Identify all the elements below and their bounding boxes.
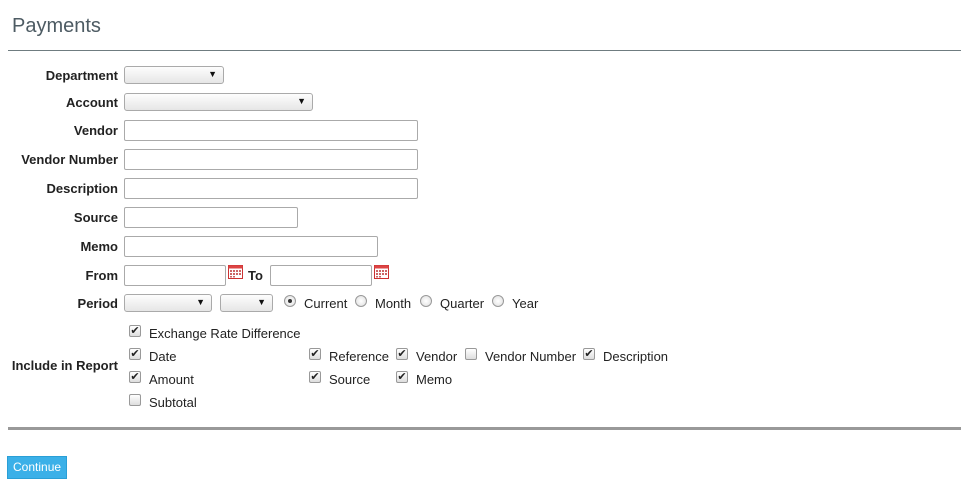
period-option-label: Current (304, 296, 348, 311)
period-month-select[interactable]: ▼ (220, 294, 273, 312)
department-select[interactable]: ▼ (124, 66, 224, 84)
vendor-label: Vendor (73, 123, 118, 138)
checkbox-source[interactable]: ✔ (309, 371, 321, 383)
checkbox-label: Exchange Rate Difference (149, 326, 301, 341)
source-input[interactable] (124, 207, 298, 228)
department-label: Department (45, 68, 118, 83)
checkbox-label: Vendor (416, 349, 458, 364)
period-option-label: Quarter (440, 296, 485, 311)
title-divider (8, 50, 961, 51)
checkbox-date[interactable]: ✔ (129, 348, 141, 360)
period-radio-quarter[interactable] (420, 295, 432, 307)
memo-label: Memo (80, 239, 118, 254)
chevron-down-icon: ▼ (257, 297, 266, 307)
checkbox-memo[interactable]: ✔ (396, 371, 408, 383)
checkbox-description[interactable]: ✔ (583, 348, 595, 360)
memo-input[interactable] (124, 236, 378, 257)
account-select[interactable]: ▼ (124, 93, 313, 111)
period-radio-year[interactable] (492, 295, 504, 307)
source-label: Source (73, 210, 118, 225)
period-year-select[interactable]: ▼ (124, 294, 212, 312)
vendor-number-label: Vendor Number (21, 152, 118, 167)
chevron-down-icon: ▼ (208, 69, 217, 79)
checkbox-label: Date (149, 349, 177, 364)
period-label: Period (77, 296, 118, 311)
continue-button[interactable]: Continue (7, 456, 68, 479)
checkbox-vendor[interactable]: ✔ (396, 348, 408, 360)
period-option-label: Month (375, 296, 412, 311)
period-radio-month[interactable] (355, 295, 367, 307)
checkbox-label: Vendor Number (485, 349, 577, 364)
calendar-icon[interactable] (228, 265, 243, 279)
include-in-report-label: Include in Report (11, 358, 118, 373)
checkbox-reference[interactable]: ✔ (309, 348, 321, 360)
period-radio-current[interactable] (284, 295, 296, 307)
to-label: To (248, 268, 263, 283)
chevron-down-icon: ▼ (297, 96, 306, 106)
checkbox-label: Amount (149, 372, 194, 387)
description-label: Description (46, 181, 118, 196)
to-date-input[interactable] (270, 265, 372, 286)
from-date-input[interactable] (124, 265, 226, 286)
checkbox-label: Subtotal (149, 395, 197, 410)
form-divider (8, 427, 961, 430)
period-option-label: Year (512, 296, 539, 311)
checkbox-label: Description (603, 349, 669, 364)
account-label: Account (66, 95, 118, 110)
from-label: From (85, 268, 119, 283)
checkbox-exchange-rate-difference[interactable]: ✔ (129, 325, 141, 337)
checkbox-label: Reference (329, 349, 389, 364)
checkbox-subtotal[interactable] (129, 394, 141, 406)
checkbox-label: Source (329, 372, 371, 387)
checkbox-amount[interactable]: ✔ (129, 371, 141, 383)
vendor-number-input[interactable] (124, 149, 418, 170)
chevron-down-icon: ▼ (196, 297, 205, 307)
checkbox-vendor-number[interactable] (465, 348, 477, 360)
vendor-input[interactable] (124, 120, 418, 141)
page-title: Payments (12, 15, 101, 37)
description-input[interactable] (124, 178, 418, 199)
calendar-icon[interactable] (374, 265, 389, 279)
checkbox-label: Memo (416, 372, 453, 387)
